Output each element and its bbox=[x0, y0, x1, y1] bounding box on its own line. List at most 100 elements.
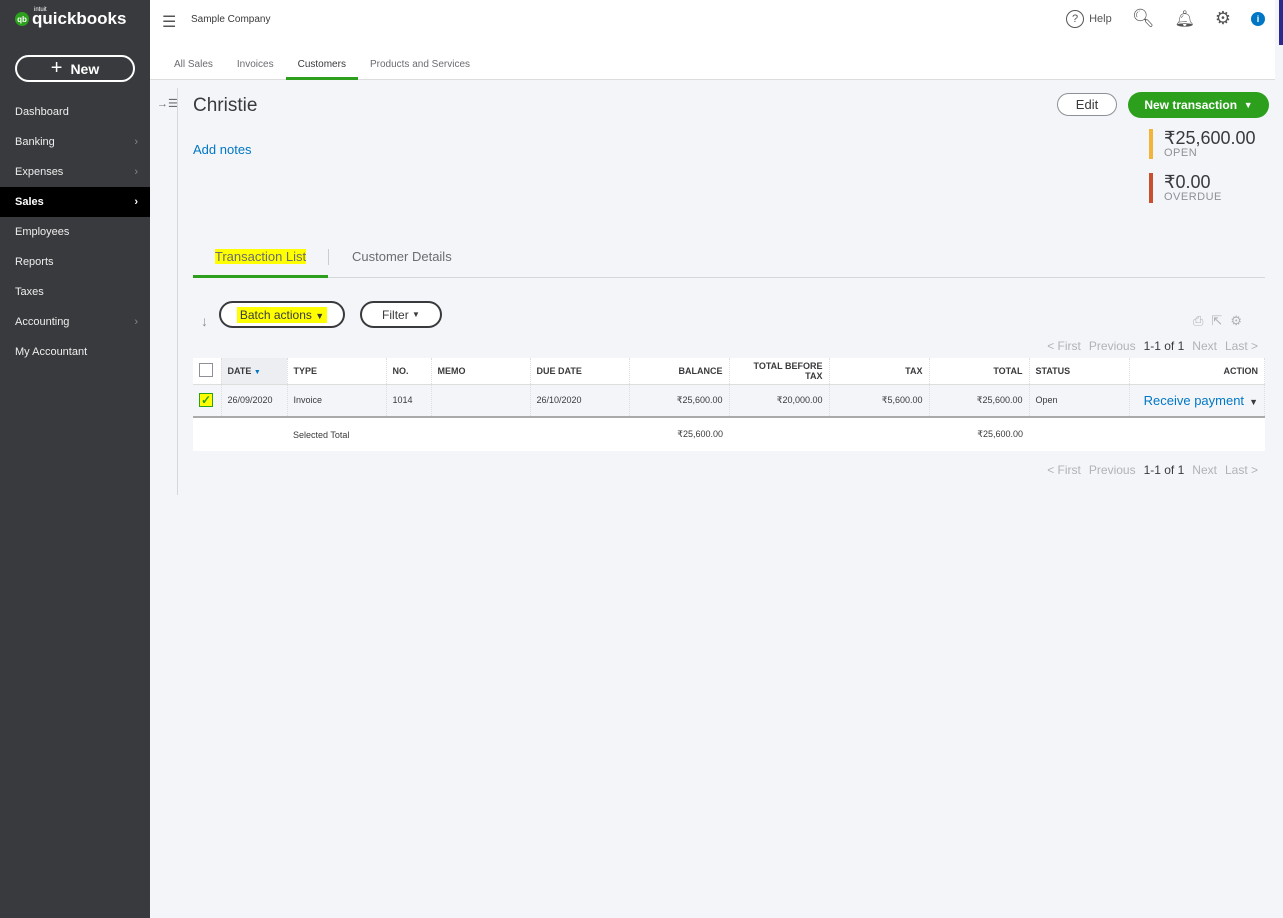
col-total[interactable]: TOTAL bbox=[929, 358, 1030, 385]
collapse-panel-icon[interactable]: →☰ bbox=[157, 97, 178, 110]
last-link[interactable]: Last > bbox=[1225, 463, 1258, 477]
col-tax[interactable]: TAX bbox=[829, 358, 930, 385]
previous-link[interactable]: Previous bbox=[1089, 463, 1136, 477]
selected-total-balance: ₹25,600.00 bbox=[677, 429, 723, 439]
sidebar-item-dashboard[interactable]: Dashboard bbox=[0, 97, 150, 127]
open-label: OPEN bbox=[1164, 147, 1198, 159]
add-notes-link[interactable]: Add notes bbox=[193, 142, 252, 157]
col-date[interactable]: DATE ▼ bbox=[221, 358, 288, 385]
page-range: 1-1 of 1 bbox=[1143, 339, 1185, 353]
sidebar-item-accounting[interactable]: Accounting › bbox=[0, 307, 150, 337]
quickbooks-logo[interactable]: qb intuit quickbooks bbox=[15, 7, 126, 29]
help-label: Help bbox=[1089, 12, 1112, 25]
customer-subtabs: Transaction List Customer Details bbox=[193, 243, 1265, 278]
plus-icon: + bbox=[50, 57, 63, 79]
tab-customers[interactable]: Customers bbox=[285, 52, 358, 80]
tab-products-and-services[interactable]: Products and Services bbox=[358, 52, 482, 80]
cell-tax: ₹5,600.00 bbox=[829, 384, 930, 418]
next-link[interactable]: Next bbox=[1192, 339, 1217, 353]
first-link[interactable]: < First bbox=[1047, 339, 1081, 353]
gear-icon[interactable]: ⚙ bbox=[1215, 8, 1231, 29]
sort-icon[interactable]: ↓ bbox=[201, 313, 208, 329]
cell-type: Invoice bbox=[287, 384, 387, 418]
table-row[interactable]: ✓ 26/09/2020 Invoice 1014 26/10/2020 ₹25… bbox=[193, 384, 1265, 418]
sidebar-item-employees[interactable]: Employees bbox=[0, 217, 150, 247]
cell-total: ₹25,600.00 bbox=[929, 384, 1030, 418]
caret-down-icon: ▼ bbox=[315, 310, 325, 321]
qb-logo-icon: qb bbox=[15, 12, 29, 26]
edit-button[interactable]: Edit bbox=[1057, 93, 1117, 116]
sidebar-item-expenses[interactable]: Expenses › bbox=[0, 157, 150, 187]
new-button[interactable]: + New bbox=[15, 55, 135, 82]
filter-button[interactable]: Filter ▼ bbox=[360, 301, 442, 328]
pager-bottom: < First Previous 1-1 of 1 Next Last > bbox=[1047, 463, 1258, 477]
sidebar-item-sales[interactable]: Sales › bbox=[0, 187, 150, 217]
overdue-label: OVERDUE bbox=[1164, 191, 1222, 203]
new-label: New bbox=[70, 60, 100, 77]
chevron-right-icon: › bbox=[134, 316, 138, 328]
help-icon: ? bbox=[1066, 9, 1085, 28]
divider bbox=[177, 88, 178, 495]
col-total-before-tax[interactable]: TOTAL BEFORE TAX bbox=[729, 358, 830, 385]
window-edge bbox=[1279, 0, 1283, 45]
selected-total-total: ₹25,600.00 bbox=[977, 429, 1023, 439]
export-icon[interactable]: ⇱ bbox=[1211, 313, 1222, 329]
sidebar-item-reports[interactable]: Reports bbox=[0, 247, 150, 277]
next-link[interactable]: Next bbox=[1192, 463, 1217, 477]
new-transaction-label: New transaction bbox=[1144, 98, 1238, 112]
tab-transaction-list[interactable]: Transaction List bbox=[193, 243, 328, 278]
action-dropdown-icon[interactable]: ▼ bbox=[1249, 397, 1258, 407]
row-checkbox[interactable]: ✓ bbox=[199, 393, 213, 408]
tab-customer-details[interactable]: Customer Details bbox=[352, 249, 452, 264]
table-header: DATE ▼ TYPE NO. MEMO DUE DATE BALANCE TO… bbox=[193, 358, 1265, 385]
select-all-checkbox[interactable] bbox=[199, 362, 213, 377]
company-name: Sample Company bbox=[191, 14, 271, 25]
filter-label: Filter bbox=[382, 307, 409, 322]
sidebar-item-label: My Accountant bbox=[15, 346, 88, 358]
sidebar-item-label: Dashboard bbox=[15, 106, 69, 118]
batch-label: Batch actions bbox=[239, 307, 312, 322]
batch-actions-button[interactable]: Batch actions ▼ bbox=[219, 301, 345, 328]
col-type[interactable]: TYPE bbox=[287, 358, 387, 385]
first-link[interactable]: < First bbox=[1047, 463, 1081, 477]
overdue-amount: ₹0.00 OVERDUE bbox=[1149, 173, 1222, 203]
search-icon[interactable]: 🔍︎ bbox=[1132, 8, 1155, 29]
settings-icon[interactable]: ⚙ bbox=[1230, 313, 1242, 329]
print-icon[interactable]: ⎙ bbox=[1193, 313, 1203, 329]
sidebar-item-banking[interactable]: Banking › bbox=[0, 127, 150, 157]
info-icon[interactable]: i bbox=[1251, 11, 1265, 26]
sidebar-item-label: Accounting bbox=[15, 316, 70, 328]
col-no[interactable]: NO. bbox=[386, 358, 432, 385]
open-amount: ₹25,600.00 OPEN bbox=[1149, 129, 1256, 159]
help-button[interactable]: ? Help bbox=[1066, 9, 1112, 28]
tab-all-sales[interactable]: All Sales bbox=[162, 52, 225, 80]
tab-invoices[interactable]: Invoices bbox=[225, 52, 286, 80]
new-transaction-button[interactable]: New transaction ▼ bbox=[1128, 92, 1269, 118]
caret-down-icon: ▼ bbox=[1243, 100, 1253, 110]
sidebar-item-taxes[interactable]: Taxes bbox=[0, 277, 150, 307]
col-memo[interactable]: MEMO bbox=[431, 358, 531, 385]
col-status[interactable]: STATUS bbox=[1029, 358, 1130, 385]
transaction-table: DATE ▼ TYPE NO. MEMO DUE DATE BALANCE TO… bbox=[193, 358, 1265, 451]
chevron-right-icon: › bbox=[134, 136, 138, 148]
receive-payment-link[interactable]: Receive payment bbox=[1144, 393, 1244, 408]
col-balance[interactable]: BALANCE bbox=[629, 358, 730, 385]
customer-name: Christie bbox=[193, 95, 258, 116]
last-link[interactable]: Last > bbox=[1225, 339, 1258, 353]
chevron-right-icon: › bbox=[134, 166, 138, 178]
page-range: 1-1 of 1 bbox=[1143, 463, 1185, 477]
col-due-date[interactable]: DUE DATE bbox=[530, 358, 630, 385]
pager-top: < First Previous 1-1 of 1 Next Last > bbox=[1047, 339, 1258, 353]
previous-link[interactable]: Previous bbox=[1089, 339, 1136, 353]
sidebar-nav: Dashboard Banking › Expenses › Sales › Employee… bbox=[0, 97, 150, 367]
tab-label: Transaction List bbox=[214, 249, 307, 264]
selected-total-label: Selected Total bbox=[293, 429, 350, 440]
sidebar-item-my-accountant[interactable]: My Accountant bbox=[0, 337, 150, 367]
col-action: ACTION bbox=[1129, 358, 1265, 385]
bell-icon[interactable]: 🔔︎ bbox=[1175, 9, 1195, 29]
sidebar-item-label: Taxes bbox=[15, 286, 44, 298]
hamburger-menu-icon[interactable]: ☰ bbox=[162, 12, 176, 32]
cell-balance: ₹25,600.00 bbox=[629, 384, 730, 418]
sidebar-item-label: Reports bbox=[15, 256, 54, 268]
col-label: DATE bbox=[227, 365, 252, 376]
